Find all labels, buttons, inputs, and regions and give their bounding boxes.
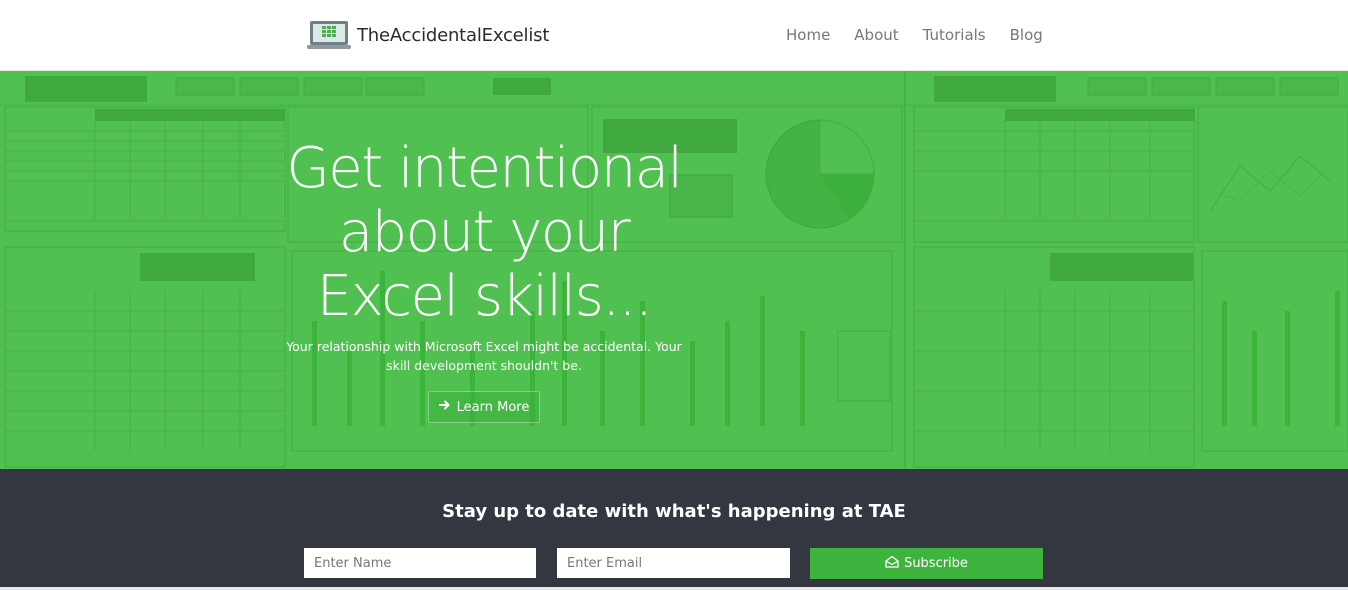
subscribe-button[interactable]: Subscribe <box>810 548 1043 579</box>
nav-blog[interactable]: Blog <box>1010 24 1043 46</box>
hero-title-line-2: about your <box>338 200 631 265</box>
laptop-spreadsheet-icon <box>307 19 351 51</box>
envelope-open-icon <box>885 555 899 572</box>
main-nav: Home About Tutorials Blog <box>786 24 1043 46</box>
name-input[interactable] <box>304 548 536 578</box>
hero-title-line-1: Get intentional <box>286 136 683 201</box>
email-input[interactable] <box>557 548 790 578</box>
learn-more-label: Learn More <box>456 399 530 415</box>
subscribe-title: Stay up to date with what's happening at… <box>442 501 906 522</box>
nav-about[interactable]: About <box>854 24 898 46</box>
subscribe-section: Stay up to date with what's happening at… <box>0 469 1348 590</box>
brand-link[interactable]: TheAccidentalExcelist <box>307 18 549 52</box>
subscribe-label: Subscribe <box>904 556 968 571</box>
hero-title: Get intentional about your Excel skills.… <box>280 137 688 329</box>
nav-home[interactable]: Home <box>786 24 830 46</box>
hero-title-line-3: Excel skills... <box>316 264 653 329</box>
learn-more-button[interactable]: Learn More <box>427 391 541 423</box>
hero-subtitle: Your relationship with Microsoft Excel m… <box>280 337 688 375</box>
nav-tutorials[interactable]: Tutorials <box>923 24 986 46</box>
hero-content: Get intentional about your Excel skills.… <box>280 137 688 423</box>
hero-subtitle-line-1: Your relationship with Microsoft Excel m… <box>286 339 682 354</box>
brand-name: TheAccidentalExcelist <box>357 24 550 46</box>
top-navbar: TheAccidentalExcelist Home About Tutoria… <box>0 0 1348 71</box>
hero-section: Get intentional about your Excel skills.… <box>0 71 1348 469</box>
arrow-right-icon <box>438 399 451 415</box>
hero-subtitle-line-2: skill development shouldn't be. <box>386 358 582 373</box>
